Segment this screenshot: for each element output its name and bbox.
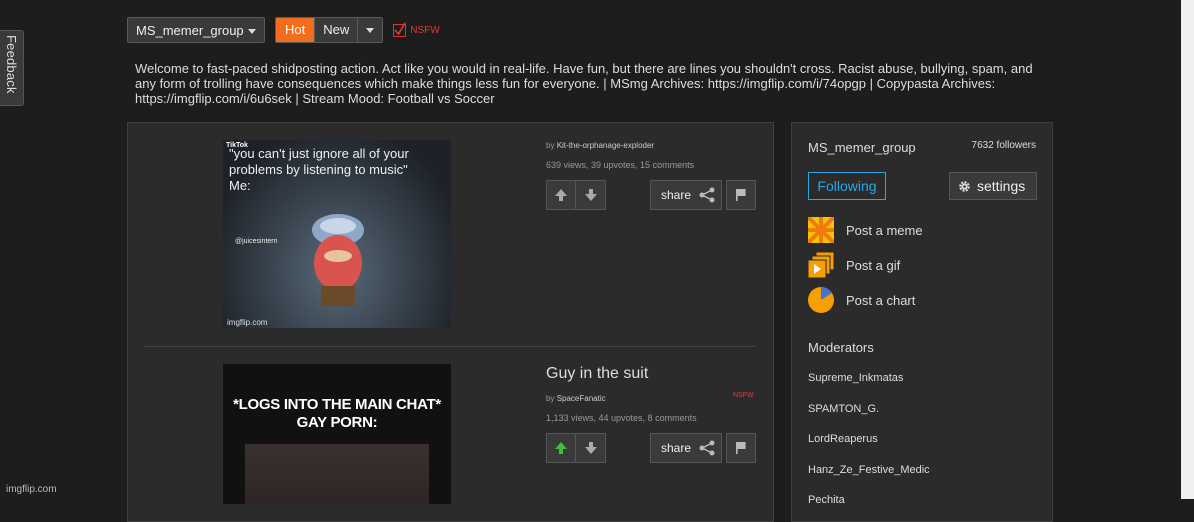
moderator-link[interactable]: Hanz_Ze_Festive_Medic bbox=[808, 464, 930, 476]
group-select-value: MS_memer_group bbox=[136, 22, 244, 38]
sort-hot-button[interactable]: Hot bbox=[276, 18, 315, 42]
nsfw-badge: NSFW bbox=[733, 392, 754, 399]
post-image[interactable]: TikTok "you can't just ignore all of you… bbox=[223, 140, 451, 328]
checkmark-icon bbox=[394, 22, 406, 35]
moderator-link[interactable]: Pechita bbox=[808, 494, 845, 506]
share-button[interactable]: share bbox=[650, 433, 722, 463]
settings-button[interactable]: settings bbox=[949, 172, 1037, 200]
post-gif-label: Post a gif bbox=[846, 257, 901, 273]
sort-toggle: Hot New bbox=[275, 17, 384, 43]
nsfw-toggle[interactable]: NSFW bbox=[393, 22, 440, 37]
follower-count: 7632 followers bbox=[971, 140, 1036, 151]
gear-icon bbox=[959, 180, 970, 192]
chevron-down-icon bbox=[366, 28, 375, 33]
by-prefix: by bbox=[546, 394, 555, 403]
following-button[interactable]: Following bbox=[808, 172, 886, 200]
post-stats: 1,133 views, 44 upvotes, 8 comments bbox=[546, 413, 697, 423]
moderator-link[interactable]: Supreme_Inkmatas bbox=[808, 372, 903, 384]
post-meme-link[interactable]: Post a meme bbox=[808, 216, 923, 244]
settings-label: settings bbox=[977, 178, 1026, 194]
imgflip-watermark: imgflip.com bbox=[6, 484, 57, 495]
upvote-button[interactable] bbox=[546, 433, 576, 463]
chevron-down-icon bbox=[248, 29, 256, 34]
downvote-button[interactable] bbox=[576, 180, 606, 210]
downvote-button[interactable] bbox=[576, 433, 606, 463]
image-handle: @juicesintern bbox=[235, 238, 278, 245]
feedback-tab[interactable]: Feedback bbox=[0, 30, 24, 106]
share-button[interactable]: share bbox=[650, 180, 722, 210]
cartoon-figure-icon bbox=[312, 214, 364, 306]
window-scrollbar[interactable] bbox=[1181, 0, 1194, 499]
image-photo bbox=[245, 444, 429, 504]
flag-icon bbox=[736, 442, 746, 454]
nsfw-checkbox[interactable] bbox=[393, 22, 407, 37]
nsfw-label: NSFW bbox=[410, 24, 440, 36]
gif-maker-icon bbox=[808, 252, 834, 278]
meme-generator-icon bbox=[808, 217, 834, 243]
flag-icon bbox=[736, 189, 746, 201]
share-icon bbox=[699, 440, 715, 456]
arrow-down-icon bbox=[584, 442, 597, 454]
upvote-button[interactable] bbox=[546, 180, 576, 210]
post-author: by Kit-the-orphanage-exploder bbox=[546, 141, 654, 150]
flag-button[interactable] bbox=[726, 180, 756, 210]
share-label: share bbox=[661, 188, 692, 202]
moderator-link[interactable]: SPAMTON_G. bbox=[808, 403, 879, 415]
author-link[interactable]: Kit-the-orphanage-exploder bbox=[557, 141, 654, 150]
post-chart-label: Post a chart bbox=[846, 292, 916, 308]
feedback-label: Feedback bbox=[4, 35, 19, 94]
sort-new-button[interactable]: New bbox=[314, 18, 358, 42]
image-caption: *LOGS INTO THE MAIN CHAT* GAY PORN: bbox=[233, 396, 441, 431]
sort-more-button[interactable] bbox=[357, 18, 383, 42]
group-sidebar: MS_memer_group 7632 followers Following … bbox=[791, 122, 1053, 522]
pie-chart-icon bbox=[808, 287, 834, 313]
post-chart-link[interactable]: Post a chart bbox=[808, 286, 915, 314]
group-description: Welcome to fast-paced shidposting action… bbox=[135, 61, 1033, 106]
flag-button[interactable] bbox=[726, 433, 756, 463]
arrow-up-icon bbox=[555, 189, 567, 201]
post-feed: TikTok "you can't just ignore all of you… bbox=[127, 122, 774, 522]
author-link[interactable]: SpaceFanatic bbox=[557, 394, 606, 403]
vote-buttons bbox=[546, 180, 606, 210]
post-meme-label: Post a meme bbox=[846, 222, 923, 238]
by-prefix: by bbox=[546, 141, 555, 150]
post-stats: 639 views, 39 upvotes, 15 comments bbox=[546, 160, 695, 170]
post-author: by SpaceFanatic bbox=[546, 394, 606, 403]
post-gif-link[interactable]: Post a gif bbox=[808, 251, 900, 279]
post-title[interactable]: Guy in the suit bbox=[546, 365, 648, 383]
post-image[interactable]: *LOGS INTO THE MAIN CHAT* GAY PORN: bbox=[223, 364, 451, 504]
toolbar: MS_memer_group Hot New NSFW bbox=[127, 16, 440, 44]
group-name: MS_memer_group bbox=[808, 140, 916, 155]
vote-buttons bbox=[546, 433, 606, 463]
post-divider bbox=[144, 346, 756, 347]
image-caption: "you can't just ignore all of your probl… bbox=[229, 146, 409, 193]
group-select[interactable]: MS_memer_group bbox=[127, 17, 265, 43]
share-icon bbox=[699, 187, 715, 203]
arrow-up-icon bbox=[555, 442, 567, 454]
share-label: share bbox=[661, 441, 692, 455]
moderator-link[interactable]: LordReaperus bbox=[808, 433, 878, 445]
arrow-down-icon bbox=[584, 189, 597, 201]
moderators-title: Moderators bbox=[808, 340, 874, 355]
image-watermark: imgflip.com bbox=[227, 318, 268, 327]
